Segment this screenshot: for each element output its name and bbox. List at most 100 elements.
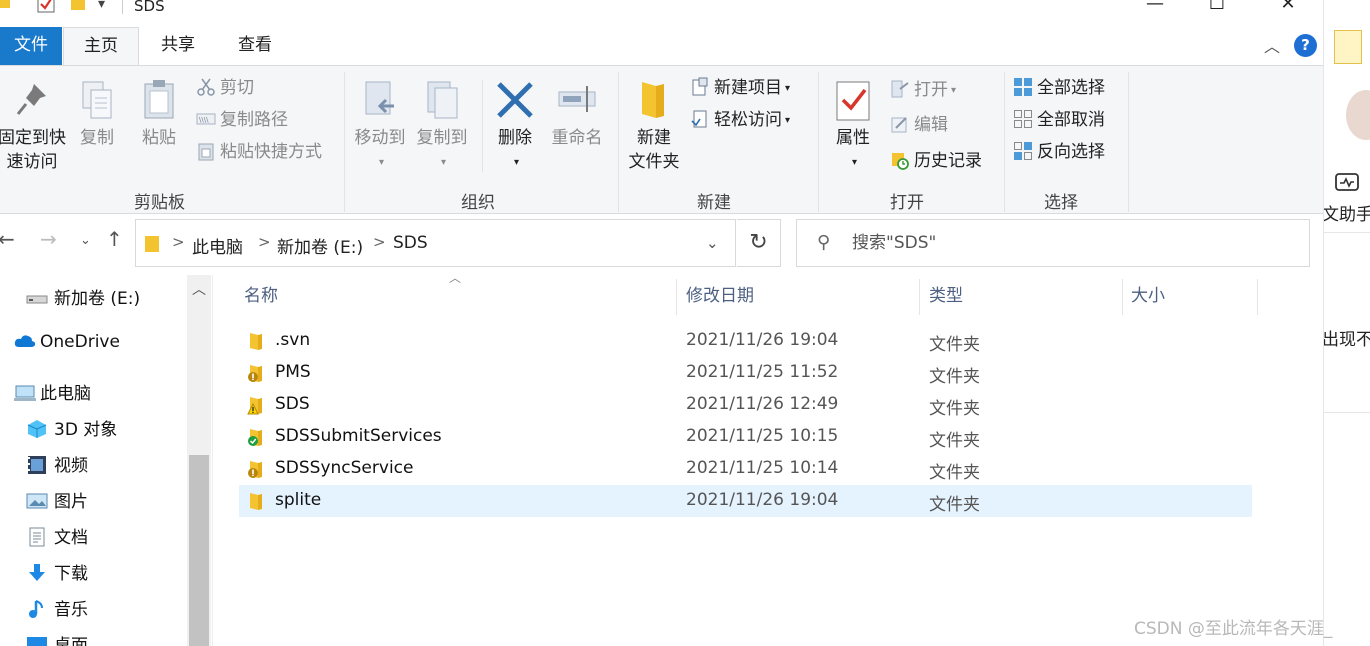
column-divider[interactable] xyxy=(919,279,920,315)
select-none-label: 全部取消 xyxy=(1037,110,1105,130)
address-row: ← → ⌄ ↑ > 此电脑 > 新加卷 (E:) > SDS ⌄ ↻ ⚲ xyxy=(0,215,1323,273)
move-to-dropdown-icon: ▾ xyxy=(378,157,385,168)
copy-to-button[interactable]: 复制到 ▾ xyxy=(413,78,471,175)
edit-button[interactable]: 编辑 xyxy=(890,112,948,138)
minimize-button[interactable]: — xyxy=(1132,0,1178,18)
nav-item-documents[interactable]: 文档 xyxy=(26,523,88,548)
new-item-button[interactable]: 新建项目 ▾ xyxy=(690,75,790,101)
note-icon[interactable] xyxy=(1334,30,1362,64)
delete-x-icon xyxy=(497,82,533,118)
file-name: .svn xyxy=(275,330,311,350)
search-box[interactable]: ⚲ xyxy=(796,219,1310,267)
cut-button[interactable]: 剪切 xyxy=(196,75,254,101)
forward-button[interactable]: → xyxy=(40,227,57,251)
edit-label: 编辑 xyxy=(914,115,948,135)
nav-item-label: 视频 xyxy=(54,456,88,476)
copy-path-button[interactable]: \\\\ 复制路径 xyxy=(196,107,288,133)
delete-label: 删除 xyxy=(498,128,532,148)
delete-button[interactable]: 删除 ▾ xyxy=(490,78,540,175)
breadcrumb-this-pc[interactable]: 此电脑 xyxy=(192,233,243,258)
file-type: 文件夹 xyxy=(929,367,980,387)
nav-scroll-thumb[interactable] xyxy=(189,455,209,646)
file-date: 2021/11/26 19:04 xyxy=(686,490,839,510)
help-icon[interactable]: ? xyxy=(1294,34,1317,57)
select-none-button[interactable]: 全部取消 xyxy=(1013,107,1105,133)
collapse-ribbon-icon[interactable]: ︿ xyxy=(1264,33,1280,57)
back-button[interactable]: ← xyxy=(0,227,15,251)
folder-normal-icon xyxy=(248,429,262,446)
nav-item-videos[interactable]: 视频 xyxy=(26,451,88,476)
file-type: 文件夹 xyxy=(929,399,980,419)
new-folder-button[interactable]: 新建 文件夹 xyxy=(622,78,686,174)
nav-item-desktop[interactable]: 桌面 xyxy=(26,631,88,646)
column-header-name[interactable]: 名称 xyxy=(244,275,278,315)
folder-icon[interactable] xyxy=(0,0,12,10)
column-header-date[interactable]: 修改日期 xyxy=(686,275,754,315)
search-input[interactable] xyxy=(852,230,1292,256)
refresh-button[interactable]: ↻ xyxy=(737,219,781,267)
table-row[interactable]: SDS 2021/11/26 12:49 文件夹 xyxy=(239,389,1252,421)
nav-item-music[interactable]: 音乐 xyxy=(26,595,88,620)
select-all-button[interactable]: 全部选择 xyxy=(1013,75,1105,101)
breadcrumb-drive[interactable]: 新加卷 (E:) xyxy=(277,233,363,258)
nav-item-onedrive[interactable]: OneDrive xyxy=(14,331,120,352)
close-button[interactable]: ✕ xyxy=(1265,0,1311,18)
history-button[interactable]: 历史记录 xyxy=(890,148,982,174)
file-type: 文件夹 xyxy=(929,335,980,355)
properties-check-icon[interactable] xyxy=(36,0,56,14)
nav-item-downloads[interactable]: 下载 xyxy=(26,559,88,584)
new-folder-qat-icon[interactable] xyxy=(68,0,88,14)
easy-access-label: 轻松访问 xyxy=(714,110,782,130)
column-header-size[interactable]: 大小 xyxy=(1131,275,1165,315)
file-date: 2021/11/26 12:49 xyxy=(686,394,839,414)
paste-button[interactable]: 粘贴 xyxy=(134,78,184,150)
select-group-label: 选择 xyxy=(1044,193,1078,213)
cloud-icon xyxy=(14,335,36,347)
rename-button[interactable]: 重命名 xyxy=(548,78,606,150)
column-divider[interactable] xyxy=(676,279,677,315)
nav-item-this-pc[interactable]: 此电脑 xyxy=(14,379,91,404)
tab-file[interactable]: 文件 xyxy=(0,27,62,65)
pin-quick-access-button[interactable]: 固定到快 速访问 xyxy=(0,78,70,174)
recent-locations-icon[interactable]: ⌄ xyxy=(80,233,91,248)
column-header-type[interactable]: 类型 xyxy=(929,275,963,315)
file-list: ︿ 名称 修改日期 类型 大小 .svn 2021/11/26 19:04 文件… xyxy=(213,271,1323,646)
group-divider xyxy=(1004,72,1005,212)
invert-selection-button[interactable]: 反向选择 xyxy=(1013,139,1105,165)
paste-shortcut-button[interactable]: 粘贴快捷方式 xyxy=(196,139,322,165)
nav-item-drive[interactable]: 新加卷 (E:) xyxy=(26,284,140,309)
copy-button[interactable]: 复制 xyxy=(72,78,122,150)
tab-home[interactable]: 主页 xyxy=(63,27,139,65)
table-row[interactable]: splite 2021/11/26 19:04 文件夹 xyxy=(239,485,1252,517)
copy-to-dropdown-icon: ▾ xyxy=(440,157,447,168)
address-history-chevron-icon[interactable]: ⌄ xyxy=(706,234,719,252)
copy-path-label: 复制路径 xyxy=(220,110,288,130)
nav-scrollbar[interactable]: ︿ xyxy=(187,275,211,646)
scroll-up-icon[interactable]: ︿ xyxy=(192,279,206,299)
properties-button[interactable]: 属性 ▾ xyxy=(828,78,878,175)
open-button[interactable]: 打开 ▾ xyxy=(890,77,956,103)
breadcrumb-sds[interactable]: SDS xyxy=(393,233,428,253)
table-row[interactable]: .svn 2021/11/26 19:04 文件夹 xyxy=(239,325,1252,357)
paste-label: 粘贴 xyxy=(142,128,176,148)
table-row[interactable]: SDSSyncService 2021/11/25 10:14 文件夹 xyxy=(239,453,1252,485)
tab-share[interactable]: 共享 xyxy=(143,27,213,65)
open-dropdown-icon: ▾ xyxy=(951,85,957,96)
table-row[interactable]: PMS 2021/11/25 11:52 文件夹 xyxy=(239,357,1252,389)
nav-item-pictures[interactable]: 图片 xyxy=(26,487,88,512)
copy-path-icon: \\\\ xyxy=(196,113,216,125)
desktop-icon xyxy=(27,637,47,646)
address-bar[interactable]: > 此电脑 > 新加卷 (E:) > SDS ⌄ xyxy=(135,219,736,267)
file-date: 2021/11/25 10:14 xyxy=(686,458,839,478)
column-divider[interactable] xyxy=(1122,279,1123,315)
history-icon xyxy=(892,153,909,170)
nav-item-3d-objects[interactable]: 3D 对象 xyxy=(26,415,117,440)
qat-dropdown-icon[interactable]: ▾ xyxy=(98,0,105,12)
column-divider[interactable] xyxy=(1257,279,1258,315)
easy-access-button[interactable]: 轻松访问 ▾ xyxy=(690,107,790,133)
tab-view[interactable]: 查看 xyxy=(220,27,290,65)
maximize-button[interactable]: ☐ xyxy=(1194,0,1240,18)
up-button[interactable]: ↑ xyxy=(106,227,123,251)
move-to-button[interactable]: 移动到 ▾ xyxy=(352,78,408,175)
table-row[interactable]: SDSSubmitServices 2021/11/25 10:15 文件夹 xyxy=(239,421,1252,453)
